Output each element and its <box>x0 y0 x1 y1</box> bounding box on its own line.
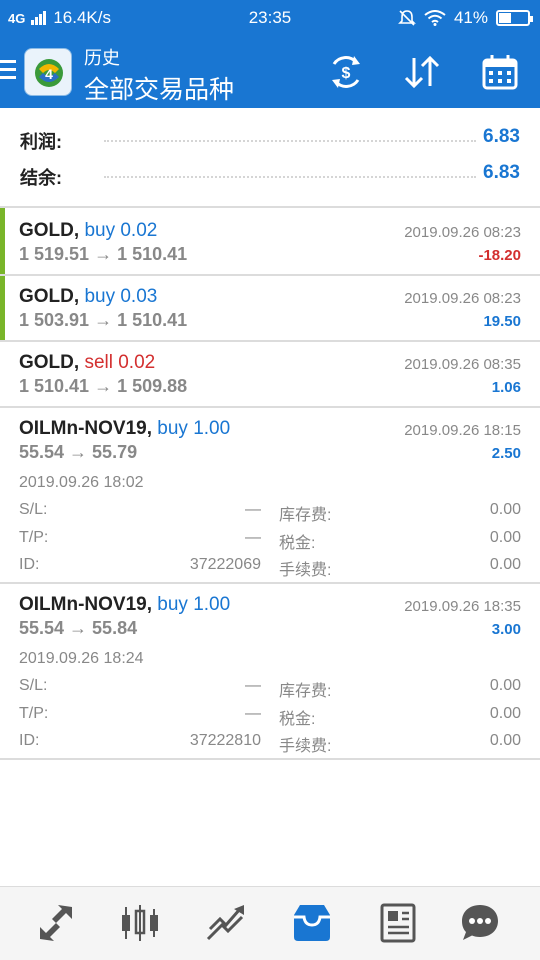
trade-title: OILMn-NOV19, buy 1.00 <box>19 594 230 616</box>
wifi-icon <box>424 10 446 26</box>
trade-accent-bar <box>0 208 5 274</box>
divider <box>0 758 540 760</box>
tax-label: 税金: <box>279 711 316 728</box>
balance-row: 结余: 6.83 <box>0 158 540 194</box>
dotted-leader <box>104 140 476 142</box>
trade-prices: 55.54 → 55.84 <box>19 618 138 638</box>
trade-date: 2019.09.26 08:35 <box>404 356 521 373</box>
trade-open-time: 2019.09.26 18:24 <box>19 650 144 667</box>
fee-label: 手续费: <box>279 562 332 579</box>
profit-row: 利润: 6.83 <box>0 122 540 158</box>
trade-title: GOLD, buy 0.02 <box>19 220 157 242</box>
fee-value: 0.00 <box>489 732 521 749</box>
trade-row[interactable]: GOLD, sell 0.02 1 510.41 → 1 509.88 2019… <box>0 342 540 406</box>
profit-label: 利润: <box>20 132 62 152</box>
news-icon[interactable] <box>376 903 420 943</box>
page-title[interactable]: 全部交易品种 <box>84 70 234 106</box>
trade-symbol: GOLD, <box>19 352 80 373</box>
currency-exchange-icon[interactable]: $ <box>326 52 366 92</box>
app-logo[interactable]: 4 <box>24 48 72 96</box>
battery-icon <box>496 10 533 26</box>
summary-panel: 利润: 6.83 结余: 6.83 <box>0 108 540 206</box>
sl-value: — <box>245 677 261 694</box>
trade-row[interactable]: GOLD, buy 0.03 1 503.91 → 1 510.41 2019.… <box>0 276 540 340</box>
svg-text:4: 4 <box>45 66 53 82</box>
history-icon[interactable] <box>290 903 334 943</box>
tax-value: 0.00 <box>489 529 521 546</box>
id-label: ID: <box>19 556 40 573</box>
chat-icon[interactable] <box>458 903 502 943</box>
chart-icon[interactable] <box>118 903 162 943</box>
svg-text:$: $ <box>342 65 351 82</box>
swap-label: 库存费: <box>279 683 332 700</box>
profit-value: 6.83 <box>483 126 520 147</box>
metatrader-logo-icon: 4 <box>35 59 63 87</box>
trade-date: 2019.09.26 08:23 <box>404 224 521 241</box>
trade-title: GOLD, sell 0.02 <box>19 352 155 374</box>
fee-value: 0.00 <box>489 556 521 573</box>
trade-symbol: OILMn-NOV19, <box>19 594 153 615</box>
trade-profit: 19.50 <box>483 313 521 330</box>
app-bar: 4 历史 全部交易品种 $ <box>0 36 540 108</box>
trade-open-time: 2019.09.26 18:02 <box>19 474 144 491</box>
battery-percent: 41% <box>453 8 488 27</box>
swap-value: 0.00 <box>489 677 521 694</box>
trade-prices: 1 510.41 → 1 509.88 <box>19 376 188 396</box>
swap-label: 库存费: <box>279 507 332 524</box>
trade-date: 2019.09.26 18:15 <box>404 422 521 439</box>
trade-side: buy 0.02 <box>84 220 158 241</box>
swap-value: 0.00 <box>489 501 521 518</box>
status-right: 41% <box>398 8 533 28</box>
trade-row-expanded[interactable]: OILMn-NOV19, buy 1.00 55.54 → 55.84 2019… <box>0 584 540 758</box>
trade-row[interactable]: GOLD, buy 0.02 1 519.51 → 1 510.41 2019.… <box>0 208 540 274</box>
trade-title: OILMn-NOV19, buy 1.00 <box>19 418 230 440</box>
trade-prices: 1 519.51 → 1 510.41 <box>19 244 188 264</box>
sl-label: S/L: <box>19 677 48 694</box>
trade-date: 2019.09.26 08:23 <box>404 290 521 307</box>
balance-label: 结余: <box>20 168 62 188</box>
trade-profit: 2.50 <box>491 445 521 462</box>
id-value: 37222810 <box>189 732 261 749</box>
bottom-nav <box>0 886 540 960</box>
fee-label: 手续费: <box>279 738 332 755</box>
trade-side: buy 1.00 <box>157 594 231 615</box>
sl-value: — <box>245 501 261 518</box>
id-value: 37222069 <box>189 556 261 573</box>
dotted-leader <box>104 176 476 178</box>
trade-side: sell 0.02 <box>84 352 156 373</box>
trade-accent-bar <box>0 276 5 340</box>
balance-value: 6.83 <box>483 162 520 183</box>
trade-icon[interactable] <box>204 903 248 943</box>
battery-fill <box>499 13 512 23</box>
tp-value: — <box>245 705 261 722</box>
mute-bell-icon <box>398 10 416 26</box>
tp-value: — <box>245 529 261 546</box>
trade-symbol: OILMn-NOV19, <box>19 418 153 439</box>
trade-prices: 1 503.91 → 1 510.41 <box>19 310 188 330</box>
trade-row-expanded[interactable]: OILMn-NOV19, buy 1.00 55.54 → 55.79 2019… <box>0 408 540 582</box>
trade-symbol: GOLD, <box>19 220 80 241</box>
page-subtitle: 历史 <box>84 48 120 68</box>
tp-label: T/P: <box>19 529 49 546</box>
menu-icon[interactable] <box>0 60 16 82</box>
trade-profit: 1.06 <box>491 379 521 396</box>
tax-value: 0.00 <box>489 705 521 722</box>
sort-icon[interactable] <box>402 52 442 92</box>
tp-label: T/P: <box>19 705 49 722</box>
id-label: ID: <box>19 732 40 749</box>
trade-side: buy 0.03 <box>84 286 158 307</box>
trade-side: buy 1.00 <box>157 418 231 439</box>
trade-prices: 55.54 → 55.79 <box>19 442 138 462</box>
trade-date: 2019.09.26 18:35 <box>404 598 521 615</box>
tax-label: 税金: <box>279 535 316 552</box>
quotes-icon[interactable] <box>34 903 78 943</box>
trade-title: GOLD, buy 0.03 <box>19 286 157 308</box>
trade-symbol: GOLD, <box>19 286 80 307</box>
sl-label: S/L: <box>19 501 48 518</box>
status-bar: 4G 16.4K/s 23:35 41% <box>0 0 540 36</box>
trade-profit: -18.20 <box>478 247 521 264</box>
trade-profit: 3.00 <box>491 621 521 638</box>
calendar-icon[interactable] <box>480 52 520 92</box>
